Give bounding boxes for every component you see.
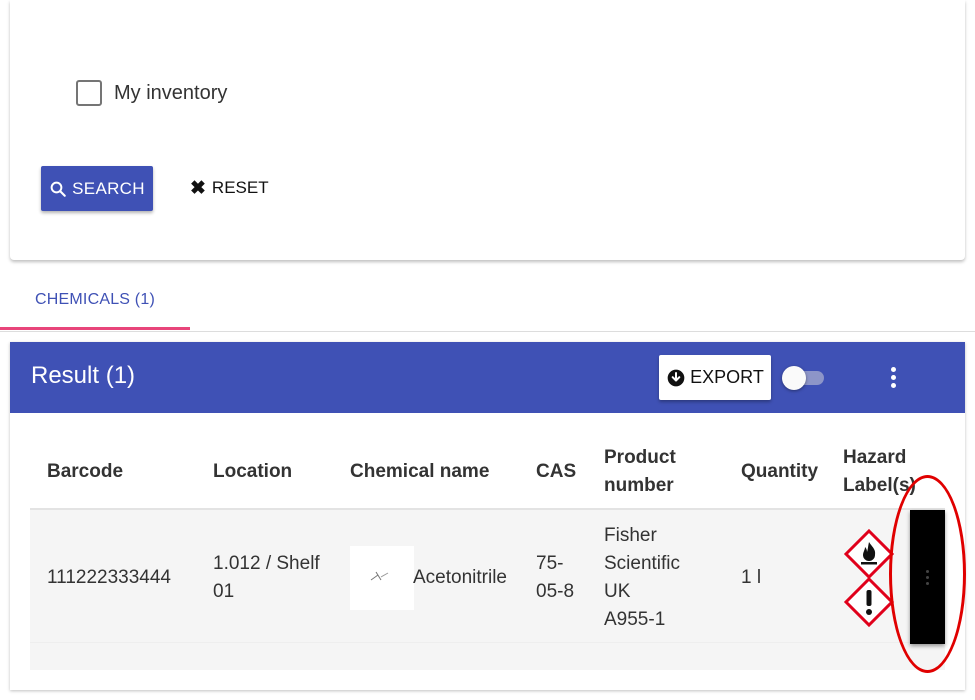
row-actions-menu-button[interactable] [910, 510, 945, 644]
tab-chemicals[interactable]: CHEMICALS (1) [0, 270, 190, 330]
my-inventory-label[interactable]: My inventory [114, 82, 227, 105]
table-row-empty [30, 642, 945, 670]
view-toggle[interactable] [782, 366, 828, 390]
search-icon [50, 181, 66, 197]
header-chemical-name[interactable]: Chemical name [350, 458, 489, 486]
cell-product-line2: Scientific [604, 553, 681, 574]
cell-barcode: 111222333444 [47, 567, 171, 588]
cell-product-number: Fisher Scientific UK A955-1 [604, 522, 680, 634]
header-barcode[interactable]: Barcode [47, 458, 123, 486]
header-product-number-line1: Product [604, 447, 676, 468]
cell-location: 1.012 / Shelf 01 [213, 550, 320, 606]
export-button[interactable]: EXPORT [659, 355, 771, 400]
tab-indicator [0, 327, 190, 330]
search-button[interactable]: SEARCH [41, 166, 153, 211]
tab-chemicals-label: CHEMICALS (1) [35, 291, 155, 308]
cell-cas-line2: 05-8 [536, 581, 575, 602]
cell-product-line4: A955-1 [604, 609, 666, 630]
cell-location-line1: 1.012 / Shelf [213, 553, 320, 574]
search-button-label: SEARCH [72, 178, 145, 198]
result-title: Result (1) [31, 362, 136, 389]
structure-thumbnail[interactable] [350, 546, 414, 610]
cell-cas: 75- 05-8 [536, 550, 574, 606]
reset-button[interactable]: ✖ RESET [186, 170, 273, 206]
header-cas[interactable]: CAS [536, 458, 576, 486]
cell-product-line3: UK [604, 581, 631, 602]
molecule-structure-icon [370, 571, 389, 581]
header-hazard-labels[interactable]: Hazard Label(s) [843, 444, 916, 500]
header-hazard-line2: Label(s) [843, 475, 916, 496]
header-quantity[interactable]: Quantity [741, 458, 818, 486]
flame-icon [843, 528, 895, 580]
header-hazard-line1: Hazard [843, 447, 907, 468]
more-options-icon[interactable] [882, 362, 904, 392]
result-panel: Result (1) EXPORT Barcode Location Chemi… [10, 342, 965, 690]
result-header: Result (1) EXPORT [10, 342, 965, 413]
tab-bar: CHEMICALS (1) [0, 270, 975, 332]
search-card: My inventory SEARCH ✖ RESET [10, 0, 965, 260]
header-location[interactable]: Location [213, 458, 292, 486]
cell-cas-line1: 75- [536, 553, 564, 574]
cell-product-line1: Fisher [604, 525, 657, 546]
cell-quantity: 1 l [741, 567, 762, 588]
header-product-number[interactable]: Product number [604, 444, 676, 500]
cell-chemical-name[interactable]: Acetonitrile [413, 564, 507, 592]
reset-button-label: RESET [211, 178, 269, 197]
header-product-number-line2: number [604, 475, 674, 496]
exclamation-icon [843, 576, 895, 628]
close-icon: ✖ [190, 177, 206, 199]
cell-location-line2: 01 [213, 581, 235, 602]
download-icon [667, 369, 685, 386]
toggle-thumb [782, 366, 806, 390]
my-inventory-checkbox-row[interactable]: My inventory [76, 80, 227, 106]
export-button-label: EXPORT [690, 367, 764, 387]
my-inventory-checkbox[interactable] [76, 80, 102, 106]
